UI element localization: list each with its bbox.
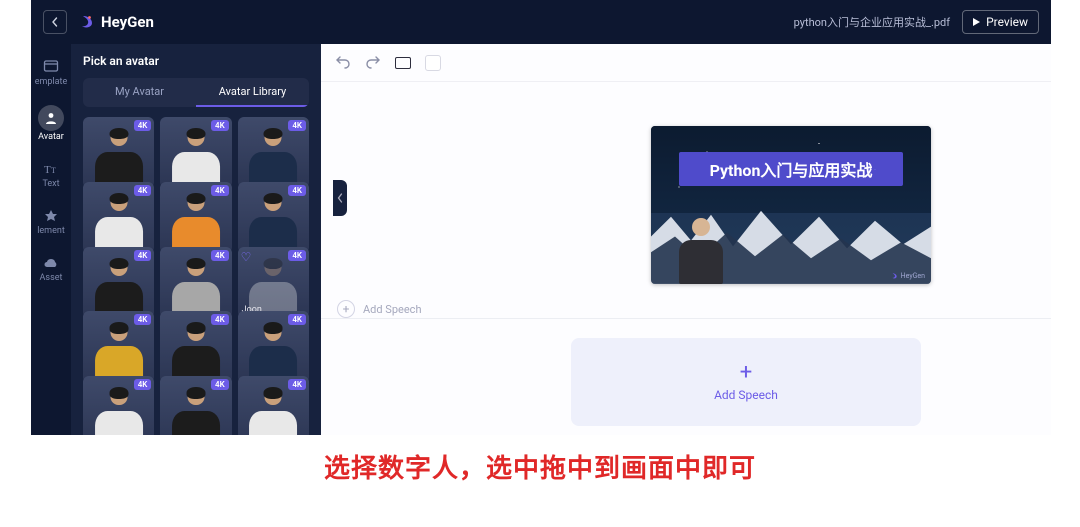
redo-button[interactable] (365, 55, 381, 71)
slide-title: Python入门与应用实战 (679, 152, 903, 186)
4k-badge: 4K (211, 379, 229, 390)
avatar-tabs: My Avatar Avatar Library (83, 78, 309, 107)
document-name: python入门与企业应用实战_.pdf (794, 14, 950, 30)
avatar-tile[interactable]: 4K (238, 182, 309, 253)
plus-icon: + (337, 300, 355, 318)
rail-item-avatar[interactable]: Avatar (38, 105, 64, 142)
canvas-column: Python入门与应用实战 HeyGen + Add Speech (321, 44, 1051, 435)
4k-badge: 4K (134, 120, 152, 131)
4k-badge: 4K (288, 185, 306, 196)
4k-badge: 4K (288, 250, 306, 261)
logo-mark-icon (77, 13, 95, 31)
play-icon (973, 18, 980, 26)
chevron-left-icon (336, 193, 344, 203)
avatar-tile[interactable]: 4K (238, 376, 309, 435)
avatar-icon (42, 109, 60, 127)
4k-badge: 4K (288, 379, 306, 390)
add-speech-inline[interactable]: + Add Speech (321, 300, 422, 318)
4k-badge: 4K (288, 120, 306, 131)
avatar-tile[interactable]: 4K (238, 311, 309, 382)
4k-badge: 4K (134, 314, 152, 325)
4k-badge: 4K (211, 314, 229, 325)
aspect-button[interactable] (395, 55, 411, 71)
heart-icon[interactable]: ♡ (241, 250, 252, 264)
svg-text:T: T (44, 164, 51, 176)
asset-icon (42, 254, 60, 272)
instruction-text: 选择数字人，选中拖中到画面中即可 (0, 448, 1080, 485)
slide-brand: HeyGen (890, 272, 925, 280)
rail-label: Avatar (38, 133, 64, 142)
aspect-icon (395, 57, 411, 69)
4k-badge: 4K (134, 185, 152, 196)
avatar-tile[interactable]: 4K (83, 376, 154, 435)
preview-label: Preview (986, 15, 1028, 29)
4k-badge: 4K (211, 250, 229, 261)
svg-text:T: T (51, 166, 56, 175)
4k-badge: 4K (134, 250, 152, 261)
rail-item-element[interactable]: lement (37, 207, 65, 236)
4k-badge: 4K (288, 314, 306, 325)
avatar-tile[interactable]: 4K♡Joon (238, 247, 309, 318)
undo-button[interactable] (335, 55, 351, 71)
color-button[interactable] (425, 55, 441, 71)
canvas-toolbar (321, 44, 1051, 82)
left-rail: emplate Avatar TT Text lement Asset (31, 44, 71, 435)
avatar-tile[interactable]: 4K (83, 117, 154, 188)
panel-collapse-handle[interactable] (333, 180, 347, 216)
slide-preview[interactable]: Python入门与应用实战 HeyGen (651, 126, 931, 284)
text-icon: TT (42, 160, 60, 178)
rail-item-template[interactable]: emplate (35, 58, 68, 87)
avatar-tile[interactable]: 4K (160, 376, 231, 435)
slide-presenter (677, 212, 725, 284)
avatar-tile[interactable]: 4K (238, 117, 309, 188)
4k-badge: 4K (211, 185, 229, 196)
panel-title: Pick an avatar (83, 54, 309, 68)
logo: HeyGen (77, 13, 154, 31)
avatar-tile[interactable]: 4K (160, 182, 231, 253)
canvas-area[interactable]: Python入门与应用实战 HeyGen + Add Speech (321, 82, 1051, 435)
element-icon (42, 207, 60, 225)
rail-item-asset[interactable]: Asset (40, 254, 63, 283)
avatar-tile[interactable]: 4K (83, 247, 154, 318)
avatar-tile[interactable]: 4K (83, 311, 154, 382)
tab-my-avatar[interactable]: My Avatar (83, 78, 196, 107)
4k-badge: 4K (211, 120, 229, 131)
avatar-tile[interactable]: 4K (160, 117, 231, 188)
back-button[interactable] (43, 10, 67, 34)
avatar-tile[interactable]: 4K (160, 311, 231, 382)
add-speech-card[interactable]: + Add Speech (571, 338, 921, 426)
rail-label: Asset (40, 274, 63, 283)
avatar-panel: Pick an avatar My Avatar Avatar Library … (71, 44, 321, 435)
add-speech-inline-label: Add Speech (363, 303, 422, 316)
logo-text: HeyGen (101, 13, 154, 31)
rail-label: Text (42, 180, 59, 189)
add-speech-card-label: Add Speech (714, 388, 778, 402)
rail-item-text[interactable]: TT Text (42, 160, 60, 189)
white-square-icon (425, 55, 441, 71)
avatar-grid: 4K4K4K4K4K4K4K4K4K♡Joon4K4K4K4K4K4K (83, 117, 309, 435)
template-icon (42, 58, 60, 76)
plus-icon: + (740, 362, 752, 384)
chevron-left-icon (50, 17, 60, 27)
rail-label: lement (37, 227, 65, 236)
4k-badge: 4K (134, 379, 152, 390)
tab-avatar-library[interactable]: Avatar Library (196, 78, 309, 107)
preview-button[interactable]: Preview (962, 10, 1039, 34)
avatar-tile[interactable]: 4K (83, 182, 154, 253)
rail-label: emplate (35, 78, 68, 87)
topbar: HeyGen python入门与企业应用实战_.pdf Preview (31, 0, 1051, 44)
avatar-tile[interactable]: 4K (160, 247, 231, 318)
divider (321, 318, 1051, 319)
